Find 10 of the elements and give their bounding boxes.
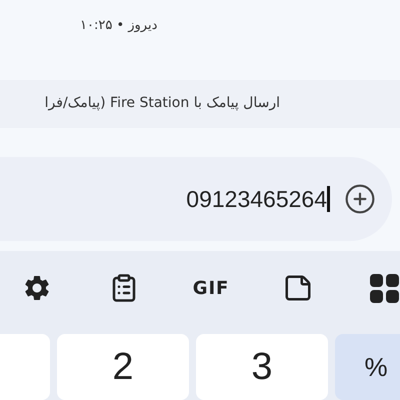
keyboard-key[interactable]: 3 [196,334,328,400]
keyboard-key[interactable]: % [335,334,400,400]
grid-icon[interactable] [370,273,400,303]
keyboard-key[interactable]: 2 [57,334,189,400]
message-timestamp: دیروز • ۱۰:۲۵ [80,17,158,35]
sticker-icon[interactable] [283,273,313,303]
add-icon[interactable] [344,183,376,216]
gif-button[interactable]: GIF [192,274,230,302]
message-input-field[interactable]: 09123465264 [0,157,392,242]
sms-info-banner: ارسال پیامک با Fire Station (پیامک/فرا [0,80,400,128]
